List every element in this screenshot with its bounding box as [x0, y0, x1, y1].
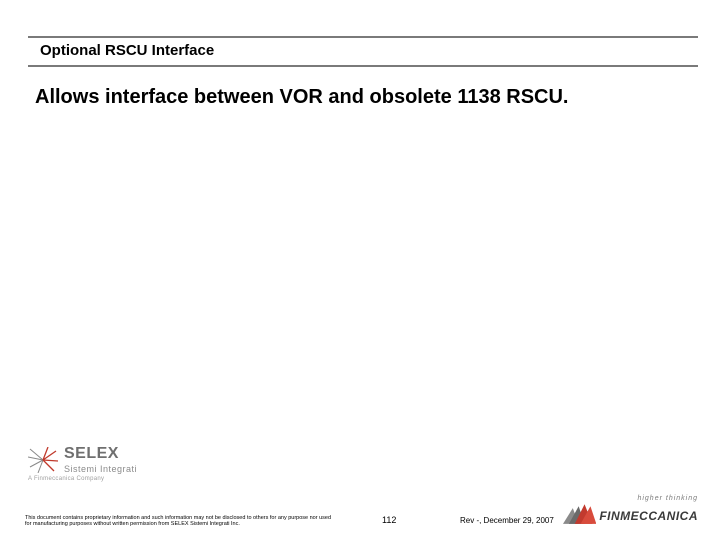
selex-subtitle: Sistemi Integrati	[64, 464, 137, 474]
proprietary-notice: This document contains proprietary infor…	[25, 515, 335, 528]
body-text: Allows interface between VOR and obsolet…	[35, 85, 690, 110]
finmeccanica-logo: higher thinking FINMECCANICA	[563, 495, 698, 528]
finmeccanica-tagline: higher thinking	[563, 495, 698, 502]
slide-title: Optional RSCU Interface	[40, 42, 686, 59]
selex-logo: SELEX Sistemi Integrati A Finmeccanica C…	[28, 445, 198, 482]
page-number: 112	[382, 515, 396, 525]
selex-logo-row: SELEX Sistemi Integrati	[28, 445, 198, 474]
selex-word: SELEX	[64, 445, 137, 463]
finmeccanica-wing-icon	[563, 504, 596, 528]
slide-container: Optional RSCU Interface Allows interface…	[0, 0, 720, 540]
finmeccanica-word: FINMECCANICA	[599, 509, 698, 523]
title-bar: Optional RSCU Interface	[28, 36, 698, 67]
finmeccanica-row: FINMECCANICA	[563, 504, 698, 528]
selex-logo-text: SELEX Sistemi Integrati	[64, 445, 137, 474]
selex-burst-icon	[28, 447, 58, 473]
selex-tagline: A Finmeccanica Company	[28, 476, 198, 482]
revision-date: Rev -, December 29, 2007	[460, 516, 554, 525]
